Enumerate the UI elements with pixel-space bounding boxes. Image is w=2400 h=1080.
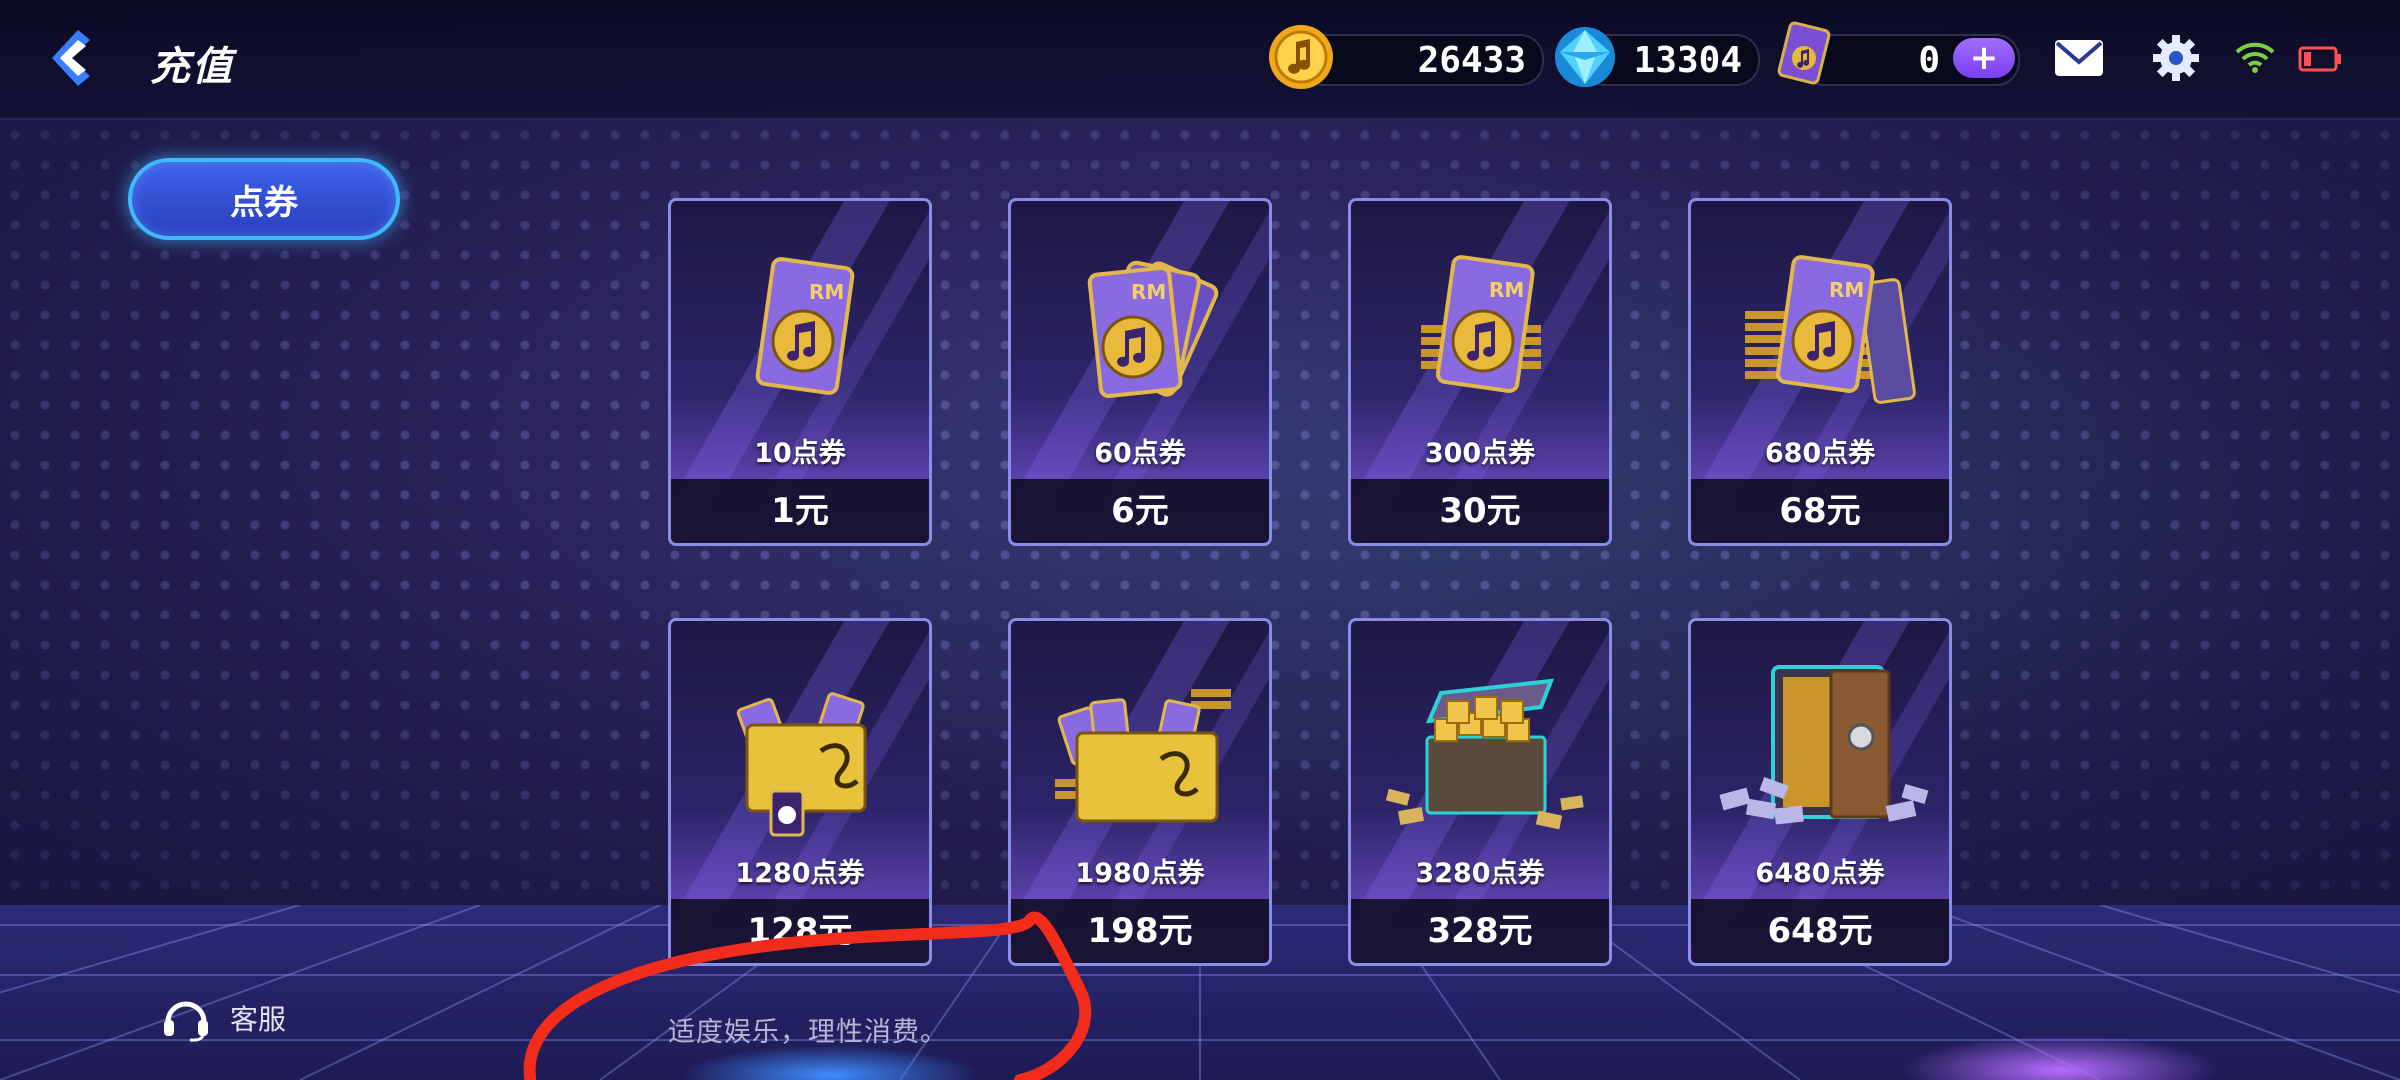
back-arrow-icon [52, 30, 90, 86]
product-card-680[interactable]: RM 680点券 68元 [1688, 198, 1952, 546]
product-amount: 60点券 [1094, 438, 1186, 469]
product-price: 328元 [1351, 899, 1609, 963]
card-fan-icon: RM [1087, 260, 1219, 399]
product-amount: 10点券 [754, 438, 846, 469]
treasure-chest-icon [1385, 678, 1584, 830]
svg-text:RM: RM [1829, 278, 1864, 302]
product-price: 1元 [671, 479, 929, 543]
product-amount: 3280点券 [1415, 858, 1545, 889]
top-bar: 充值 26433 13304 0 + [0, 0, 2400, 120]
gold-box-icon [736, 692, 867, 837]
voucher-card-icon [1777, 21, 1831, 85]
product-amount: 680点券 [1764, 438, 1876, 469]
add-voucher-button[interactable]: + [1953, 38, 2015, 78]
gold-coin-icon [1269, 25, 1333, 89]
diamond-value: 13304 [1633, 40, 1742, 81]
mail-icon[interactable] [2053, 36, 2105, 80]
red-circle-annotation [523, 911, 1092, 1080]
product-card-3280[interactable]: 3280点券 328元 [1348, 618, 1612, 966]
card-single-icon: RM [755, 257, 855, 395]
coin-balance: 26433 [1300, 34, 1544, 86]
gold-box-large-icon [1055, 689, 1231, 823]
product-amount: 6480点券 [1755, 858, 1885, 889]
headset-icon [164, 1001, 208, 1042]
tab-vouchers[interactable]: 点券 [128, 158, 400, 240]
diamond-gem-icon [1555, 27, 1615, 87]
product-amount: 1980点券 [1075, 858, 1205, 889]
product-card-300[interactable]: RM 300点券 30元 [1348, 198, 1612, 546]
customer-service-label: 客服 [230, 1003, 287, 1036]
vault-icon [1719, 665, 1929, 825]
svg-text:RM: RM [1131, 280, 1166, 304]
product-price: 30元 [1351, 479, 1609, 543]
customer-service-button[interactable]: 客服 [160, 994, 286, 1042]
card-bigstack-icon: RM [1745, 255, 1916, 404]
product-price: 68元 [1691, 479, 1949, 543]
coin-value: 26433 [1417, 40, 1526, 81]
page-title: 充值 [150, 44, 234, 90]
product-amount: 300点券 [1424, 438, 1536, 469]
product-price: 6元 [1011, 479, 1269, 543]
back-button[interactable] [48, 26, 112, 90]
product-card-60[interactable]: RM 60点券 6元 [1008, 198, 1272, 546]
gear-icon[interactable] [2152, 34, 2200, 82]
product-card-10[interactable]: RM 10点券 1元 [668, 198, 932, 546]
card-stack-icon: RM [1421, 255, 1541, 393]
voucher-value: 0 [1918, 40, 1940, 81]
product-card-6480[interactable]: 6480点券 648元 [1688, 618, 1952, 966]
wifi-icon [2235, 42, 2275, 73]
product-amount: 1280点券 [735, 858, 865, 889]
product-price: 648元 [1691, 899, 1949, 963]
svg-text:RM: RM [1489, 278, 1524, 302]
svg-text:RM: RM [809, 280, 844, 304]
battery-icon [2298, 46, 2341, 72]
